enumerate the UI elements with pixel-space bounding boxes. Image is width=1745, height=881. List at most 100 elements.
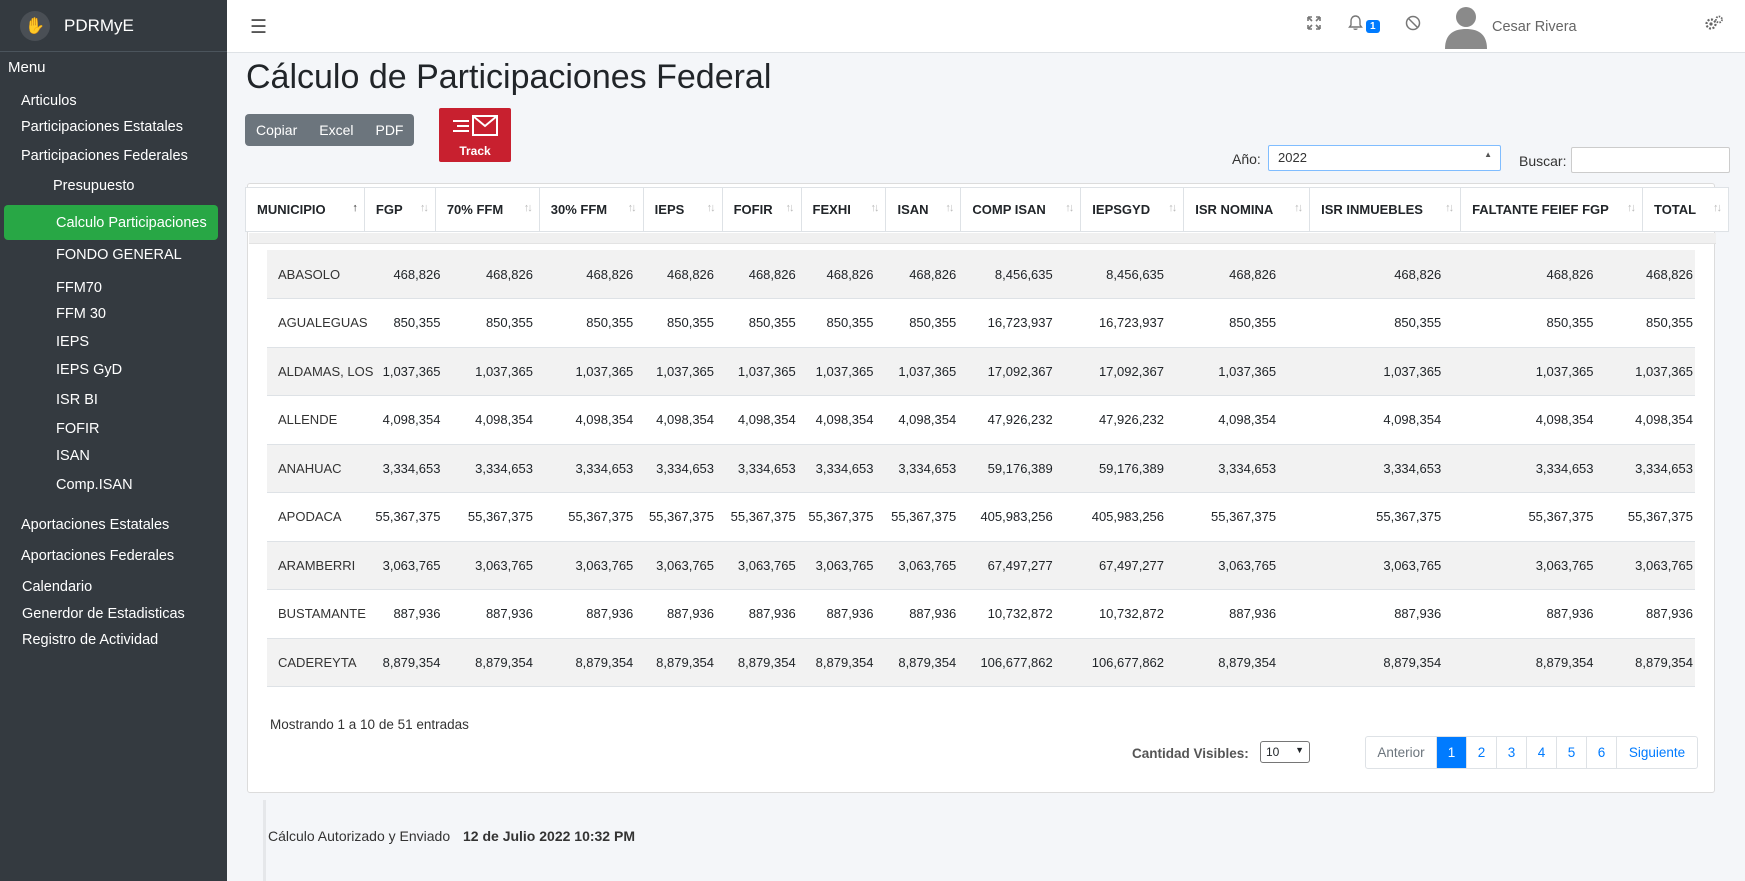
cell-value: 3,334,653 [635, 444, 717, 493]
copy-button[interactable]: Copiar [245, 114, 308, 146]
sort-icon: ↑↓ [1445, 202, 1454, 214]
column-header-ieps[interactable]: IEPS ↑↓ [643, 187, 723, 232]
cell-value: 1,037,365 [442, 347, 535, 396]
sidebar-item-registro-actividad[interactable]: Registro de Actividad [22, 632, 158, 648]
sort-asc-icon: ↑ [352, 202, 357, 214]
cell-value: 3,334,653 [1595, 444, 1695, 493]
cell-value: 4,098,354 [1443, 395, 1596, 445]
column-header-faltante-feief-fgp[interactable]: FALTANTE FEIEF FGP ↑↓ [1460, 187, 1643, 232]
table-row[interactable]: ALDAMAS, LOS 1,037,365 1,037,365 1,037,365 1… [267, 347, 1695, 396]
cell-value: 1,037,365 [1166, 347, 1279, 396]
table-row[interactable]: APODACA 55,367,375 55,367,375 55,367,375 55,… [267, 492, 1695, 542]
chevron-down-icon: ▼ [1295, 745, 1304, 755]
expand-icon[interactable] [1306, 15, 1322, 36]
column-header-30-ffm[interactable]: 30% FFM ↑↓ [539, 187, 644, 232]
cell-municipio: ANAHUAC [267, 444, 376, 493]
excel-button[interactable]: Excel [308, 114, 364, 146]
cell-value: 850,355 [1443, 298, 1596, 348]
sidebar-item-comp-isan[interactable]: Comp.ISAN [56, 477, 133, 493]
column-header-iepsgyd[interactable]: IEPSGYD ↑↓ [1080, 187, 1185, 232]
sidebar-item-participaciones-estatales[interactable]: Participaciones Estatales [21, 119, 183, 135]
cell-value: 468,826 [1278, 250, 1444, 299]
sort-icon: ↑↓ [419, 202, 429, 214]
cell-value: 4,098,354 [635, 395, 717, 445]
table-row[interactable]: BUSTAMANTE 887,936 887,936 887,936 887,936 88… [267, 589, 1695, 639]
sidebar-item-calculo-participaciones[interactable]: Calculo Participaciones [4, 205, 218, 240]
table-row[interactable]: CADEREYTA 8,879,354 8,879,354 8,879,354 8,87… [267, 638, 1695, 687]
year-select[interactable]: 2022 ▲ [1268, 145, 1501, 171]
sidebar-item-isr-bi[interactable]: ISR BI [56, 392, 98, 408]
column-header-fexhi[interactable]: FEXHI ↑↓ [801, 187, 887, 232]
sidebar-item-aportaciones-estatales[interactable]: Aportaciones Estatales [21, 517, 169, 533]
column-header-isr-inmuebles[interactable]: ISR INMUEBLES ↑↓ [1309, 187, 1462, 232]
column-header-isan[interactable]: ISAN ↑↓ [885, 187, 962, 232]
cell-value: 10,732,872 [1054, 589, 1167, 639]
column-header-fgp[interactable]: FGP ↑↓ [364, 187, 436, 232]
sort-icon: ↑↓ [523, 202, 533, 214]
data-table: ABASOLO 468,826 468,826 468,826 468,826 468,8… [267, 250, 1695, 687]
sidebar-item-ieps-gyd[interactable]: IEPS GyD [56, 362, 122, 378]
cell-value: 3,063,765 [1278, 541, 1444, 590]
pagination-prev-button[interactable]: Anterior [1366, 737, 1437, 768]
sidebar-item-fofir[interactable]: FOFIR [56, 421, 100, 437]
column-header-fofir[interactable]: FOFIR ↑↓ [722, 187, 802, 232]
block-icon[interactable] [1405, 15, 1421, 36]
brand[interactable]: ✋ PDRMyE [0, 0, 227, 52]
table-row[interactable]: ABASOLO 468,826 468,826 468,826 468,826 468,8… [267, 250, 1695, 299]
column-header-70-ffm[interactable]: 70% FFM ↑↓ [435, 187, 540, 232]
sidebar-item-isan[interactable]: ISAN [56, 448, 90, 464]
visible-count-select[interactable]: 10 ▼ [1260, 741, 1310, 763]
pagination-next-button[interactable]: Siguiente [1617, 737, 1697, 768]
visible-count-value: 10 [1266, 745, 1280, 759]
user-icon[interactable] [1443, 3, 1489, 49]
cell-value: 887,936 [1443, 589, 1596, 639]
cell-value: 4,098,354 [1166, 395, 1279, 445]
column-header-municipio[interactable]: MUNICIPIO ↑ [245, 187, 365, 232]
table-row[interactable]: AGUALEGUAS 850,355 850,355 850,355 850,355 85… [267, 298, 1695, 348]
cell-value: 55,367,375 [375, 492, 443, 542]
pagination-page-4[interactable]: 4 [1527, 737, 1557, 768]
sidebar-item-fondo-general[interactable]: FONDO GENERAL [56, 247, 182, 263]
cell-value: 1,037,365 [534, 347, 636, 396]
pagination-page-2[interactable]: 2 [1467, 737, 1497, 768]
pagination-page-3[interactable]: 3 [1497, 737, 1527, 768]
sidebar-item-estadisticas[interactable]: Generdor de Estadisticas [22, 606, 185, 622]
column-header-isr-nomina[interactable]: ISR NOMINA ↑↓ [1183, 187, 1311, 232]
cell-value: 850,355 [797, 298, 876, 348]
column-header-total[interactable]: TOTAL ↑↓ [1642, 187, 1730, 232]
cell-value: 3,334,653 [716, 444, 798, 493]
cell-value: 850,355 [635, 298, 717, 348]
cell-municipio: AGUALEGUAS [267, 298, 376, 348]
bell-icon[interactable] [1348, 15, 1363, 36]
sidebar-item-aportaciones-federales[interactable]: Aportaciones Federales [21, 548, 174, 564]
sidebar-item-ffm70[interactable]: FFM70 [56, 280, 102, 296]
pagination-page-1[interactable]: 1 [1437, 737, 1467, 768]
settings-icon[interactable] [1704, 15, 1724, 36]
cell-value: 67,497,277 [1054, 541, 1167, 590]
visible-count-label: Cantidad Visibles: [1132, 746, 1249, 761]
pagination-page-5[interactable]: 5 [1557, 737, 1587, 768]
menu-icon[interactable]: ☰ [250, 16, 267, 39]
sidebar-item-articulos[interactable]: Articulos [21, 93, 77, 109]
sidebar-item-presupuesto[interactable]: Presupuesto [53, 178, 134, 194]
pdf-button[interactable]: PDF [364, 114, 414, 146]
cell-value: 850,355 [1278, 298, 1444, 348]
cell-value: 468,826 [716, 250, 798, 299]
table-header-scrollbar[interactable] [249, 233, 1716, 244]
table-row[interactable]: ANAHUAC 3,334,653 3,334,653 3,334,653 3,334,… [267, 444, 1695, 493]
track-button[interactable]: Track [439, 108, 511, 162]
cell-value: 1,037,365 [635, 347, 717, 396]
sidebar-item-ieps[interactable]: IEPS [56, 334, 89, 350]
search-input[interactable] [1571, 147, 1730, 173]
column-header-comp-isan[interactable]: COMP ISAN ↑↓ [960, 187, 1082, 232]
sidebar-item-calendario[interactable]: Calendario [22, 579, 92, 595]
table-row[interactable]: ALLENDE 4,098,354 4,098,354 4,098,354 4,098,… [267, 395, 1695, 445]
sidebar-item-ffm30[interactable]: FFM 30 [56, 306, 106, 322]
user-name[interactable]: Cesar Rivera [1492, 19, 1577, 35]
cell-value: 8,879,354 [1166, 638, 1279, 687]
pagination-page-6[interactable]: 6 [1587, 737, 1617, 768]
table-row[interactable]: ARAMBERRI 3,063,765 3,063,765 3,063,765 3,06… [267, 541, 1695, 590]
cell-value: 8,456,635 [1054, 250, 1167, 299]
sidebar-item-participaciones-federales[interactable]: Participaciones Federales [21, 148, 188, 164]
cell-municipio: APODACA [267, 492, 376, 542]
